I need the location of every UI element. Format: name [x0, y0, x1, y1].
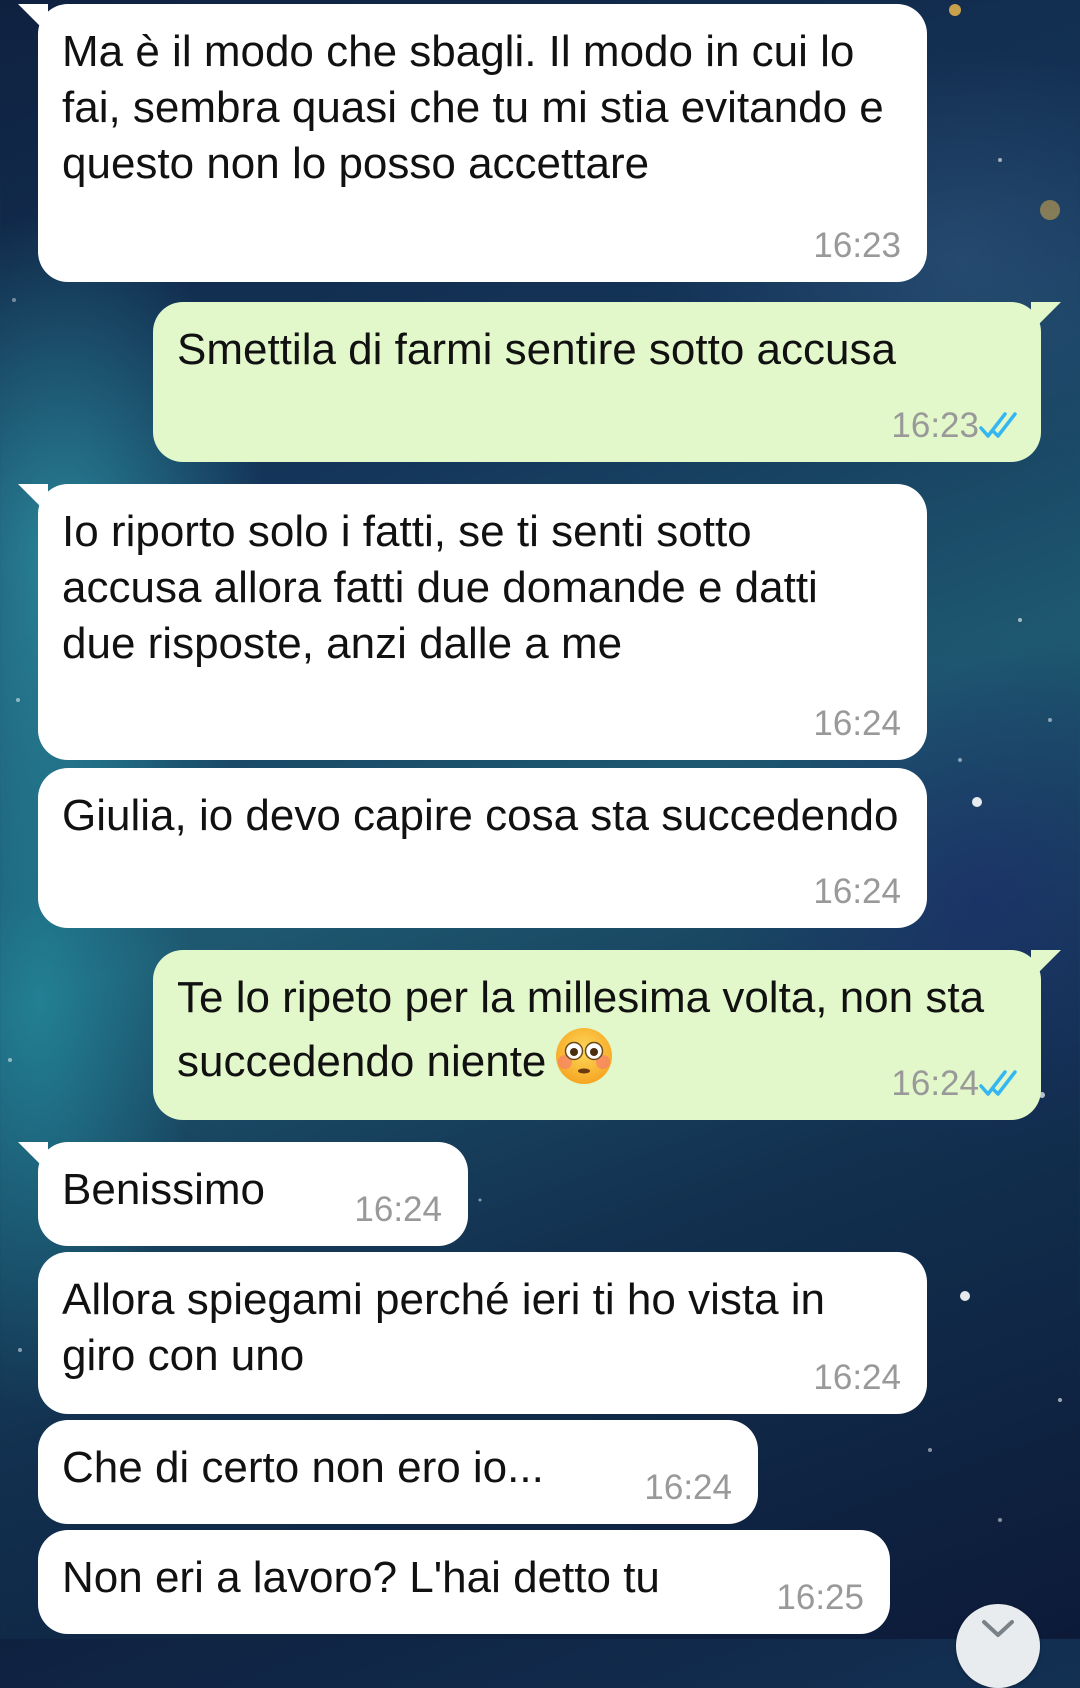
message-text: Non eri a lavoro? L'hai detto tu	[62, 1553, 660, 1602]
message-bubble-incoming[interactable]: Allora spiegami perché ieri ti ho vista …	[38, 1252, 927, 1414]
chevron-down-icon	[982, 1620, 1014, 1637]
message-text: Io riporto solo i fatti, se ti senti sot…	[62, 507, 818, 668]
message-timestamp: 16:24	[891, 1064, 979, 1103]
message-bubble-outgoing[interactable]: Smettila di farmi sentire sotto accusa 1…	[153, 302, 1061, 462]
message-bubble-outgoing[interactable]: Te lo ripeto per la millesima volta, non…	[153, 950, 1061, 1120]
message-bubble-incoming[interactable]: Che di certo non ero io... 16:24	[38, 1420, 758, 1524]
message-bubble-incoming[interactable]: Non eri a lavoro? L'hai detto tu 16:25	[38, 1530, 890, 1634]
message-timestamp: 16:24	[644, 1468, 732, 1507]
message-bubble-incoming[interactable]: Io riporto solo i fatti, se ti senti sot…	[18, 484, 927, 760]
message-bubble-incoming[interactable]: Giulia, io devo capire cosa sta succeden…	[38, 768, 927, 928]
message-timestamp: 16:24	[813, 704, 901, 743]
message-timestamp: 16:24	[813, 1358, 901, 1397]
message-text: Ma è il modo che sbagli. Il modo in cui …	[62, 27, 884, 188]
double-check-icon	[979, 412, 1017, 438]
message-timestamp: 16:24	[354, 1190, 442, 1229]
message-timestamp: 16:24	[813, 872, 901, 911]
message-text: Giulia, io devo capire cosa sta succeden…	[62, 791, 899, 840]
message-bubble-incoming[interactable]: Ma è il modo che sbagli. Il modo in cui …	[18, 4, 927, 282]
message-bubble-incoming[interactable]: Benissimo 16:24	[18, 1142, 468, 1246]
flushed-face-emoji	[556, 1028, 613, 1084]
message-timestamp: 16:23	[813, 226, 901, 265]
message-text: Allora spiegami perché ieri ti ho vista …	[62, 1275, 826, 1380]
message-text: Smettila di farmi sentire sotto accusa	[177, 325, 896, 374]
double-check-icon	[979, 1070, 1017, 1096]
message-text: Che di certo non ero io...	[62, 1443, 544, 1492]
message-timestamp: 16:25	[776, 1578, 864, 1617]
message-timestamp: 16:23	[891, 406, 979, 445]
scroll-to-bottom-button[interactable]	[956, 1604, 1040, 1688]
